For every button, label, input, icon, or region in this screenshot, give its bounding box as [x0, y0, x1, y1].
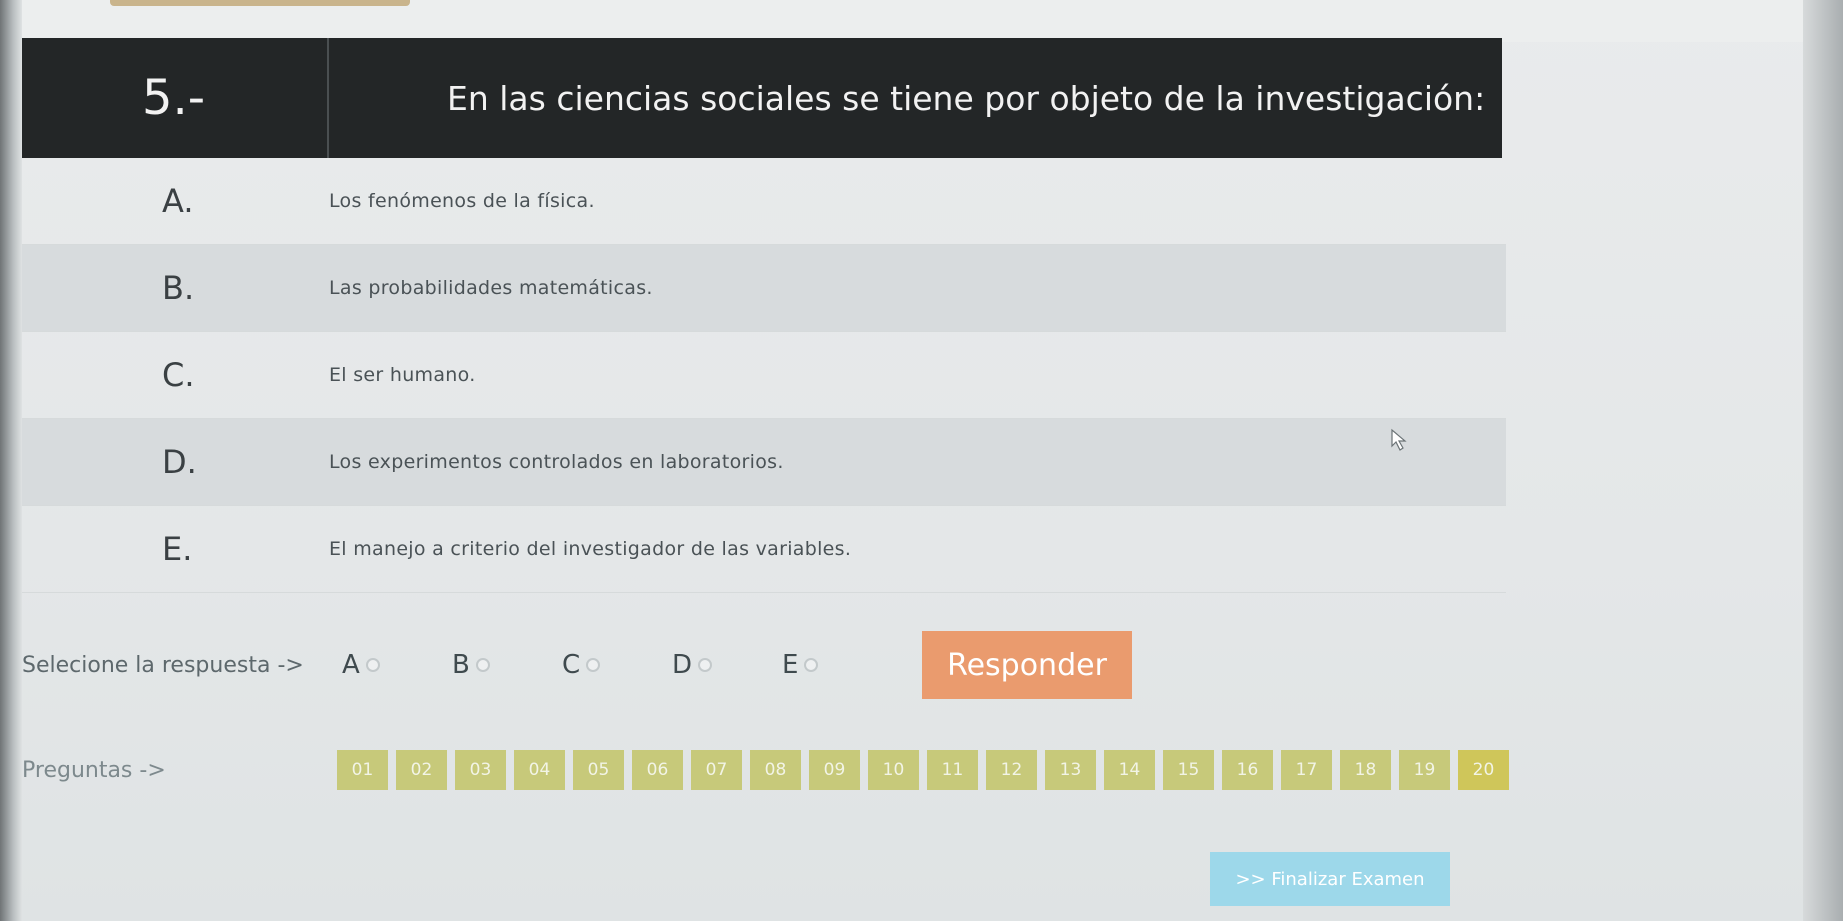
question-text: En las ciencias sociales se tiene por ob…: [447, 78, 1486, 118]
option-letter: A.: [162, 182, 194, 220]
option-text: Los fenómenos de la física.: [329, 190, 595, 212]
question-header: 5.- En las ciencias sociales se tiene po…: [22, 38, 1502, 158]
option-letter: B.: [162, 269, 195, 307]
question-button-16[interactable]: 16: [1222, 750, 1273, 790]
radio-label: E: [782, 650, 799, 680]
option-letter: C.: [162, 356, 195, 394]
radio-label: B: [452, 650, 470, 680]
radio-circle-icon[interactable]: [586, 658, 601, 672]
monitor-bezel-left: [0, 0, 22, 921]
option-row-a: A. Los fenómenos de la física.: [22, 158, 1506, 245]
option-row-e: E. El manejo a criterio del investigador…: [22, 506, 1506, 593]
radio-circle-icon[interactable]: [698, 658, 713, 672]
option-text: El manejo a criterio del investigador de…: [329, 538, 852, 560]
question-button-09[interactable]: 09: [809, 750, 860, 790]
top-strip: [22, 0, 1803, 42]
question-button-04[interactable]: 04: [514, 750, 565, 790]
responder-button[interactable]: Responder: [922, 631, 1132, 699]
monitor-bezel-right: [1803, 0, 1843, 921]
option-letter: D.: [162, 443, 197, 481]
question-button-08[interactable]: 08: [750, 750, 801, 790]
question-number: 5.-: [22, 38, 329, 158]
answer-bar: Selecione la respuesta -> A B C D E Resp…: [22, 630, 1222, 700]
radio-circle-icon[interactable]: [365, 658, 380, 672]
question-button-03[interactable]: 03: [455, 750, 506, 790]
radio-circle-icon[interactable]: [804, 658, 819, 672]
option-text: Las probabilidades matemáticas.: [329, 277, 653, 299]
question-buttons: 01 02 03 04 05 06 07 08 09 10 11 12 13 1…: [337, 750, 1517, 790]
radio-circle-icon[interactable]: [475, 658, 490, 672]
radio-label: A: [342, 650, 360, 680]
logo-bar: [110, 0, 410, 6]
question-button-19[interactable]: 19: [1399, 750, 1450, 790]
question-button-10[interactable]: 10: [868, 750, 919, 790]
question-button-06[interactable]: 06: [632, 750, 683, 790]
question-button-01[interactable]: 01: [337, 750, 388, 790]
radio-option-c[interactable]: C: [562, 650, 672, 680]
questions-navigation: Preguntas -> 01 02 03 04 05 06 07 08 09 …: [22, 745, 1522, 795]
question-button-11[interactable]: 11: [927, 750, 978, 790]
option-letter: E.: [162, 530, 193, 568]
question-button-13[interactable]: 13: [1045, 750, 1096, 790]
option-text: El ser humano.: [329, 364, 476, 386]
option-row-c: C. El ser humano.: [22, 332, 1506, 419]
radio-label: D: [672, 650, 693, 680]
question-button-07[interactable]: 07: [691, 750, 742, 790]
finalizar-examen-button[interactable]: >> Finalizar Examen: [1210, 852, 1450, 906]
radio-option-a[interactable]: A: [342, 650, 452, 680]
question-button-18[interactable]: 18: [1340, 750, 1391, 790]
question-button-17[interactable]: 17: [1281, 750, 1332, 790]
question-button-14[interactable]: 14: [1104, 750, 1155, 790]
option-row-d: D. Los experimentos controlados en labor…: [22, 419, 1506, 506]
question-button-05[interactable]: 05: [573, 750, 624, 790]
question-button-02[interactable]: 02: [396, 750, 447, 790]
option-text: Los experimentos controlados en laborato…: [329, 451, 784, 473]
radio-option-e[interactable]: E: [782, 650, 892, 680]
radio-option-b[interactable]: B: [452, 650, 562, 680]
questions-label: Preguntas ->: [22, 757, 166, 783]
answer-label: Selecione la respuesta ->: [22, 652, 304, 678]
option-row-b: B. Las probabilidades matemáticas.: [22, 245, 1506, 332]
question-button-15[interactable]: 15: [1163, 750, 1214, 790]
exam-screen: 5.- En las ciencias sociales se tiene po…: [0, 0, 1843, 921]
radio-label: C: [562, 650, 581, 680]
radio-option-d[interactable]: D: [672, 650, 782, 680]
options-list: A. Los fenómenos de la física. B. Las pr…: [22, 158, 1506, 593]
mouse-cursor-icon: [1391, 428, 1407, 451]
question-button-12[interactable]: 12: [986, 750, 1037, 790]
question-button-20[interactable]: 20: [1458, 750, 1509, 790]
